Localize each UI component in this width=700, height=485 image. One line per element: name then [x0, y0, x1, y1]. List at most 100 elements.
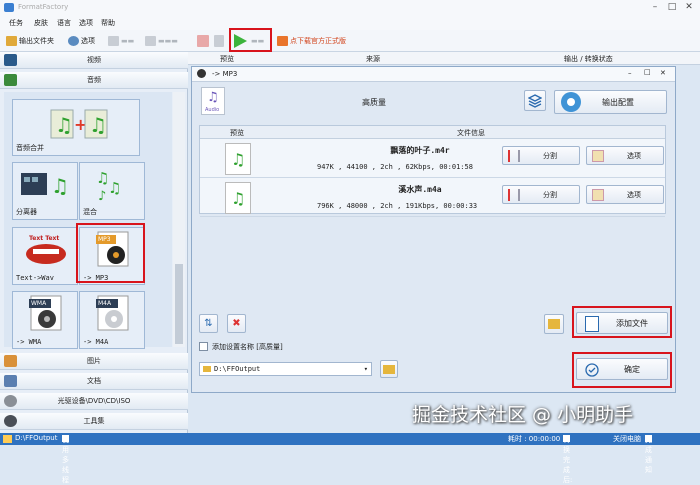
svg-text:♫: ♫ [55, 113, 73, 137]
dialog-title: -> MP3 [212, 70, 238, 78]
col-output-status[interactable]: 输出 / 转换状态 [564, 54, 613, 64]
file-info: 947K , 44100 , 2ch , 62Kbps, 00:01:58 [317, 163, 473, 171]
output-config-button[interactable]: 输出配置 [554, 90, 667, 114]
folder-add-icon [548, 319, 560, 329]
menu-language[interactable]: 语言 [57, 18, 71, 28]
svg-text:♪: ♪ [98, 189, 106, 201]
audio-icon [4, 74, 17, 86]
audio-tool-grid: ♫ + ♫ 音频合并 ♫ 分离器 ♫ ♫ ♪ 混合 Text Text Text->… [4, 92, 172, 349]
file-preview-icon: ♫ [225, 182, 251, 214]
svg-text:♫: ♫ [89, 113, 107, 137]
layers-icon [528, 93, 542, 108]
maximize-button[interactable]: □ [665, 2, 679, 13]
options-icon [592, 150, 604, 162]
dialog-minimize-button[interactable]: – [628, 69, 632, 77]
chevron-down-icon: ▾ [363, 365, 368, 373]
shutdown-option[interactable]: 关闭电脑 [613, 434, 641, 444]
audio-merge-icon: ♫ + ♫ [50, 109, 108, 139]
dialog-title-bar: -> MP3 – □ ✕ [192, 67, 675, 82]
tile-mix[interactable]: ♫ ♫ ♪ 混合 [79, 162, 145, 220]
folder-icon [203, 366, 211, 372]
folder-icon [3, 435, 12, 443]
audio-file-icon: ♫ Audio [201, 87, 225, 115]
scrollbar-thumb[interactable] [175, 264, 183, 344]
quality-label: 高质量 [362, 98, 386, 107]
split-button[interactable]: 分割 [502, 185, 580, 204]
category-tools[interactable]: 工具集 [0, 413, 188, 430]
ok-button-highlight [572, 352, 672, 388]
disc-icon [4, 395, 17, 407]
file-options-button[interactable]: 选项 [586, 146, 664, 165]
download-icon [277, 36, 288, 46]
dialog-maximize-button[interactable]: □ [644, 68, 651, 76]
menu-task[interactable]: 任务 [9, 18, 23, 28]
menu-help[interactable]: 帮助 [101, 18, 115, 28]
sort-icon: ⇅ [204, 318, 213, 329]
tile-to-wma[interactable]: WMA -> WMA [12, 291, 78, 349]
svg-text:♫: ♫ [51, 174, 69, 198]
col-preview[interactable]: 预览 [220, 54, 234, 64]
output-folder-button[interactable]: 输出文件夹 [6, 34, 54, 48]
tools-icon [4, 415, 17, 427]
toolbar: 输出文件夹 选项 ▬▬ ▬▬▬ ▬▬ 点下载官方正式版 [0, 30, 700, 52]
svg-text:Text Text: Text Text [29, 235, 59, 242]
pause-button[interactable] [214, 34, 226, 48]
stop-icon [197, 35, 209, 47]
pause-icon [214, 35, 224, 47]
elapsed-time: 耗时 : 00:00:00 [508, 435, 561, 443]
image-icon [4, 355, 17, 367]
svg-text:♫: ♫ [108, 179, 121, 197]
folder-icon [6, 36, 17, 46]
menu-skin[interactable]: 皮肤 [34, 18, 48, 28]
window-title: FormatFactory [18, 3, 69, 11]
file-table-header: 预览 文件信息 [200, 126, 665, 139]
clear-list-button[interactable]: ▬▬▬ [145, 34, 178, 48]
menu-options[interactable]: 选项 [79, 18, 93, 28]
remove-button[interactable]: ▬▬ [108, 34, 134, 48]
app-logo-icon [4, 3, 14, 12]
split-icon [508, 189, 520, 201]
menu-bar: 任务 皮肤 语言 选项 帮助 [0, 15, 700, 30]
add-folder-button[interactable] [544, 314, 564, 334]
col-source[interactable]: 来源 [366, 54, 380, 64]
tile-text-to-wav[interactable]: Text Text Text->Wav [12, 227, 78, 285]
stop-button[interactable] [197, 34, 211, 48]
category-disc[interactable]: 光驱设备\DVD\CD\ISO [0, 393, 188, 410]
add-file-highlight [572, 306, 672, 338]
tile-audio-merge[interactable]: ♫ + ♫ 音频合并 [12, 99, 140, 156]
category-document[interactable]: 文档 [0, 373, 188, 390]
add-setting-name-label: 添加设置名称 [高质量] [212, 343, 283, 351]
tile-splitter[interactable]: ♫ 分离器 [12, 162, 78, 220]
title-bar: FormatFactory – □ ✕ [0, 0, 700, 15]
file-name: 飘落的叶子.m4r [390, 146, 450, 155]
minimize-button[interactable]: – [648, 2, 662, 13]
file-row[interactable]: ♫ 飘落的叶子.m4r 947K , 44100 , 2ch , 62Kbps,… [200, 140, 665, 178]
status-output-path[interactable]: D:\FFOutput [15, 434, 57, 442]
start-button-highlight [229, 28, 272, 52]
remove-file-button[interactable]: ✖ [227, 314, 246, 333]
sort-button[interactable]: ⇅ [199, 314, 218, 333]
status-bar: D:\FFOutput 使用多线程 耗时 : 00:00:00 转换完成后: 关… [0, 433, 700, 484]
splitter-icon: ♫ [21, 173, 69, 198]
tile-to-m4a[interactable]: M4A -> M4A [79, 291, 145, 349]
file-name: 溪水声.m4a [398, 185, 442, 194]
file-row[interactable]: ♫ 溪水声.m4a 796K , 48000 , 2ch , 191Kbps, … [200, 179, 665, 217]
add-setting-name-checkbox[interactable] [199, 342, 208, 351]
layers-button[interactable] [524, 90, 546, 111]
video-icon [4, 54, 17, 66]
browse-folder-button[interactable] [380, 360, 398, 378]
category-audio[interactable]: 音频 [0, 72, 188, 89]
split-button[interactable]: 分割 [502, 146, 580, 165]
category-video[interactable]: 视频 [0, 52, 188, 69]
close-button[interactable]: ✕ [682, 2, 696, 13]
dialog-close-button[interactable]: ✕ [660, 69, 666, 77]
tile-label: 音频合并 [16, 144, 44, 152]
file-options-button[interactable]: 选项 [586, 185, 664, 204]
folder-icon [383, 364, 395, 374]
download-official-link[interactable]: 点下载官方正式版 [277, 34, 346, 48]
left-panel-scrollbar[interactable] [173, 92, 185, 347]
category-image[interactable]: 图片 [0, 353, 188, 370]
split-icon [508, 150, 520, 162]
output-path-select[interactable]: D:\FFOutput ▾ [199, 362, 372, 376]
toolbar-options-button[interactable]: 选项 [68, 34, 95, 48]
